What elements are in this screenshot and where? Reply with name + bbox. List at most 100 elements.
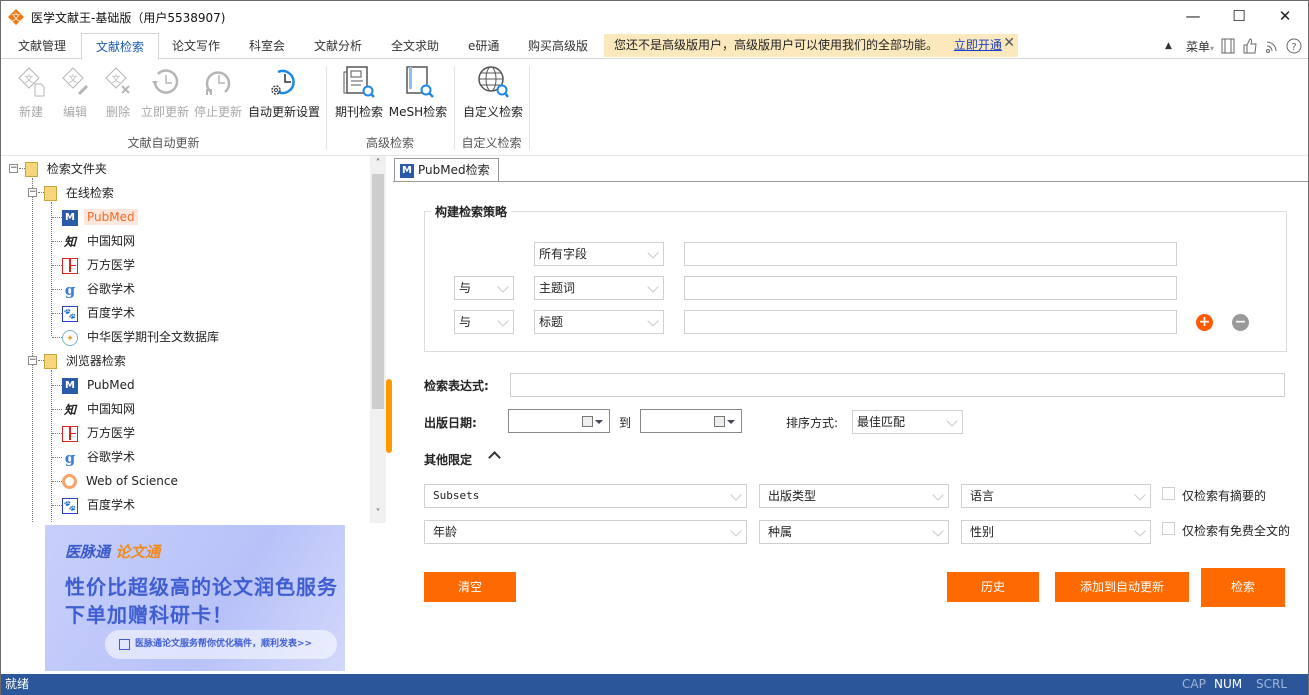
collapse-ribbon-icon[interactable]: ▲ (1165, 41, 1172, 51)
language-select[interactable]: 语言 (961, 484, 1151, 508)
delete-button[interactable]: 文 删除 (98, 64, 138, 124)
menu-dropdown[interactable]: 菜单▾ (1186, 38, 1214, 55)
tree-item-pubmed-browser[interactable]: M PubMed (62, 374, 138, 396)
collapse-chevron-up-icon[interactable] (488, 451, 501, 464)
search-button[interactable]: 检索 (1201, 568, 1285, 607)
add-auto-update-button[interactable]: 添加到自动更新 (1055, 572, 1189, 602)
tree-line (51, 202, 52, 336)
minimize-button[interactable]: — (1170, 1, 1216, 31)
operator-select-3[interactable]: 与 (454, 310, 514, 334)
edit-button[interactable]: 文 编辑 (55, 64, 95, 124)
baidu-scholar-icon: 🐾 (62, 497, 78, 514)
operator-select-2[interactable]: 与 (454, 276, 514, 300)
term-input-3[interactable] (684, 310, 1177, 334)
help-icon[interactable]: ? (1286, 38, 1302, 54)
field-select-1[interactable]: 所有字段 (534, 242, 664, 266)
tree-scrollbar[interactable]: ˄ ˅ (370, 156, 386, 523)
tab-literature-management[interactable]: 文献管理 (4, 33, 80, 59)
tab-department-meeting[interactable]: 科室会 (235, 33, 299, 59)
cnki-icon: 知 (63, 234, 76, 249)
baidu-scholar-icon: 🐾 (62, 305, 78, 322)
thumbs-up-icon[interactable] (1242, 38, 1258, 54)
field-select-2[interactable]: 主题词 (534, 276, 664, 300)
mesh-search-button[interactable]: MeSH检索 (387, 64, 449, 124)
close-button[interactable]: ✕ (1262, 1, 1308, 31)
field-select-3[interactable]: 标题 (534, 310, 664, 334)
stop-update-button[interactable]: 停止更新 (192, 64, 244, 124)
tree-item-cma-journals-online[interactable]: ✦ 中华医学期刊全文数据库 (62, 326, 222, 348)
scroll-lock-indicator: SCRL (1256, 677, 1288, 691)
tab-paper-writing[interactable]: 论文写作 (158, 33, 234, 59)
collapse-toggle[interactable]: − (28, 356, 37, 365)
status-bar: 就绪 CAP NUM SCRL (1, 674, 1308, 695)
chevron-down-icon (647, 281, 659, 293)
date-to-picker[interactable] (640, 409, 742, 433)
tree-item-google-scholar-browser[interactable]: g 谷歌学术 (62, 446, 138, 468)
ad-cta[interactable]: 医脉通论文服务帮你优化稿件，顺利发表>> (105, 630, 337, 659)
age-select[interactable]: 年龄 (424, 520, 747, 544)
tree-item-cnki-browser[interactable]: 知中国知网 (62, 398, 138, 420)
tree-item-pubmed-online[interactable]: M PubMed (62, 206, 138, 228)
tree-folder-browser-search[interactable]: 浏览器检索 (44, 350, 129, 372)
scroll-down-icon[interactable]: ˅ (370, 506, 386, 522)
tab-buy-premium[interactable]: 购买高级版 (514, 33, 602, 59)
tab-literature-analysis[interactable]: 文献分析 (300, 33, 376, 59)
add-row-icon[interactable]: + (1196, 314, 1213, 331)
clear-button[interactable]: 清空 (424, 572, 516, 602)
journal-search-label: 期刊检索 (334, 105, 383, 119)
sex-select[interactable]: 性别 (961, 520, 1151, 544)
tree-root-search-folder[interactable]: 检索文件夹 (25, 158, 110, 180)
tab-eyantong[interactable]: e研通 (454, 33, 513, 59)
subsets-select[interactable]: Subsets (424, 484, 747, 508)
tree-line (52, 409, 62, 410)
date-from-picker[interactable] (508, 409, 610, 433)
dropdown-arrow-icon (595, 420, 603, 424)
scroll-up-icon[interactable]: ˄ (370, 156, 386, 172)
tree-item-cnki-online[interactable]: 知中国知网 (62, 230, 138, 252)
new-button[interactable]: 文 新建 (11, 64, 51, 124)
pub-type-select[interactable]: 出版类型 (759, 484, 949, 508)
tree-item-baidu-scholar-browser[interactable]: 🐾 百度学术 (62, 494, 138, 516)
tab-literature-search[interactable]: 文献检索 (81, 33, 160, 60)
custom-search-button[interactable]: 自定义检索 (461, 64, 525, 124)
chevron-down-icon (1134, 525, 1146, 537)
update-now-button[interactable]: 立即更新 (139, 64, 191, 124)
rss-icon[interactable] (1264, 38, 1280, 54)
tree-item-wanfang-online[interactable]: 万方医学 (62, 254, 138, 276)
tab-pubmed-search[interactable]: M PubMed检索 (394, 158, 499, 182)
collapse-toggle[interactable]: − (9, 164, 18, 173)
group-label-auto-update: 文献自动更新 (127, 136, 200, 150)
ad-banner[interactable]: 医脉通 论文通 性价比超级高的论文润色服务 下单加赠科研卡！ 医脉通论文服务帮你… (45, 525, 345, 671)
journal-search-button[interactable]: 期刊检索 (332, 64, 386, 124)
status-text: 就绪 (5, 677, 30, 691)
tree-line (52, 265, 62, 266)
tree-item-google-scholar-online[interactable]: g 谷歌学术 (62, 278, 138, 300)
tree-folder-online-search[interactable]: 在线检索 (44, 182, 117, 204)
expression-input[interactable] (510, 373, 1285, 397)
term-input-2[interactable] (684, 276, 1177, 300)
chevron-down-icon (647, 315, 659, 327)
sort-select[interactable]: 最佳匹配 (852, 410, 963, 434)
tree-item-web-of-science-browser[interactable]: Web of Science (62, 470, 181, 492)
notice-close-icon[interactable]: ✕ (1003, 32, 1015, 55)
auto-update-settings-button[interactable]: 自动更新设置 (246, 64, 322, 124)
collapse-toggle[interactable]: − (28, 188, 37, 197)
expression-label: 检索表达式: (424, 379, 489, 393)
dropdown-arrow-icon (727, 420, 735, 424)
maximize-button[interactable]: ☐ (1216, 1, 1262, 31)
remove-row-icon[interactable]: − (1232, 314, 1249, 331)
activate-now-link[interactable]: 立即开通 (954, 38, 1002, 52)
free-fulltext-checkbox[interactable] (1162, 522, 1175, 535)
abstract-only-checkbox[interactable] (1162, 487, 1175, 500)
term-input-1[interactable] (684, 242, 1177, 266)
tab-fulltext-help[interactable]: 全文求助 (377, 33, 453, 59)
tree-line (52, 289, 62, 290)
history-button[interactable]: 历史 (947, 572, 1039, 602)
scrollbar-thumb[interactable] (372, 174, 384, 409)
tree-item-wanfang-browser[interactable]: 万方医学 (62, 422, 138, 444)
tree-line (52, 457, 62, 458)
panel-splitter[interactable] (386, 379, 392, 453)
video-icon[interactable] (1220, 38, 1236, 54)
tree-item-baidu-scholar-online[interactable]: 🐾 百度学术 (62, 302, 138, 324)
species-select[interactable]: 种属 (759, 520, 949, 544)
